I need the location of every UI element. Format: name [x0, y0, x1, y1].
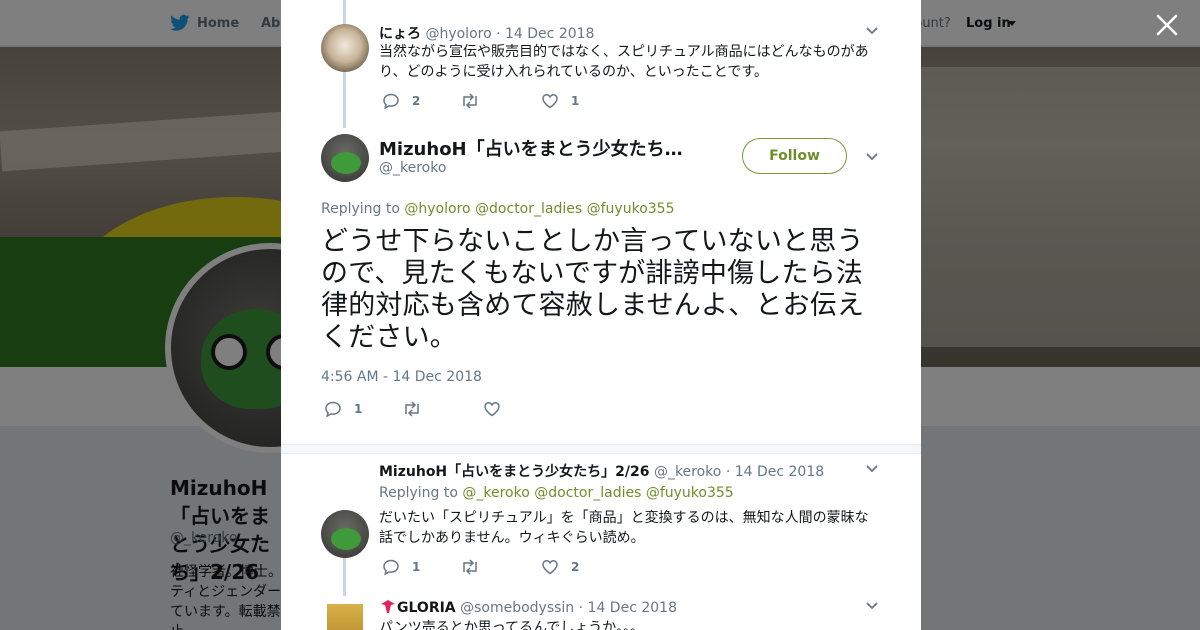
avatar[interactable] — [327, 604, 363, 630]
retweet-icon — [405, 401, 419, 417]
tweet-author-handle[interactable]: @somebodyssin — [460, 600, 574, 616]
replying-to-user[interactable]: @hyoloro — [404, 201, 470, 217]
tweet-header: GLORIA @somebodyssin · 14 Dec 2018 — [379, 598, 677, 616]
reply-button[interactable]: 2 — [382, 93, 420, 109]
tweet-header: MizuhoH「占いをまとう少女たち」2/26 @_keroko · 14 De… — [379, 461, 824, 481]
chevron-down-icon[interactable] — [865, 152, 879, 162]
replying-to-user[interactable]: @fuyuko355 — [587, 201, 675, 217]
heart-icon — [542, 94, 558, 109]
replying-to-user[interactable]: @fuyuko355 — [646, 485, 734, 501]
retweet-button[interactable] — [460, 93, 492, 109]
reply-button[interactable]: 1 — [382, 559, 420, 575]
reply-button[interactable]: 1 — [324, 401, 362, 417]
like-button[interactable]: 1 — [541, 93, 579, 109]
avatar[interactable] — [321, 134, 369, 182]
retweet-icon — [463, 93, 477, 109]
replying-to-label: Replying to — [379, 485, 463, 501]
reply-icon — [383, 93, 399, 109]
tweet-header: にょろ @hyoloro · 14 Dec 2018 — [379, 23, 594, 43]
reply-icon — [325, 401, 341, 417]
like-count: 2 — [571, 560, 580, 574]
replying-to-user[interactable]: @doctor_ladies — [534, 485, 641, 501]
main-tweet-author-handle[interactable]: @_keroko — [379, 160, 446, 176]
reply-count: 1 — [354, 402, 363, 416]
close-icon[interactable] — [1154, 12, 1180, 38]
chevron-down-icon[interactable] — [865, 26, 879, 36]
like-count: 1 — [571, 94, 580, 108]
retweet-button[interactable] — [460, 559, 492, 575]
like-button[interactable]: 2 — [541, 559, 579, 575]
main-tweet-author-name[interactable]: MizuhoH「占いをまとう少女たち」2/26 — [379, 135, 691, 161]
main-tweet-timestamp[interactable]: 4:56 AM - 14 Dec 2018 — [321, 369, 482, 385]
heart-icon — [542, 560, 558, 575]
retweet-icon — [463, 559, 477, 575]
reply-count: 1 — [412, 560, 421, 574]
like-button[interactable] — [483, 401, 513, 417]
tweet-permalink-modal: にょろ @hyoloro · 14 Dec 2018 当然ながら宣伝や販売目的で… — [281, 0, 921, 630]
tweet-date[interactable]: · 14 Dec 2018 — [726, 464, 824, 480]
tweet-text: パンツ売るとか思ってるんでしょうか。。。 — [379, 620, 645, 630]
avatar[interactable] — [321, 24, 369, 72]
replying-to: Replying to @hyoloro @doctor_ladies @fuy… — [321, 201, 674, 217]
reply-count: 2 — [412, 94, 421, 108]
tweet-date[interactable]: · 14 Dec 2018 — [579, 600, 677, 616]
main-tweet-text: どうせ下らないことしか言っていないと思うので、見たくもないですが誹謗中傷したら法… — [321, 226, 865, 353]
chevron-down-icon[interactable] — [865, 464, 879, 474]
replying-to-label: Replying to — [321, 201, 405, 217]
tweet-author-handle[interactable]: @hyoloro — [425, 26, 491, 42]
tweet-date[interactable]: · 14 Dec 2018 — [496, 26, 594, 42]
replying-to: Replying to @_keroko @doctor_ladies @fuy… — [379, 485, 734, 501]
replying-to-user[interactable]: @doctor_ladies — [475, 201, 582, 217]
replying-to-user[interactable]: @_keroko — [462, 485, 529, 501]
follow-button[interactable]: Follow — [742, 138, 847, 174]
tweet-author-name[interactable]: にょろ — [379, 26, 421, 42]
tweet-author-name[interactable]: MizuhoH「占いをまとう少女たち」2/26 — [379, 464, 649, 480]
chevron-down-icon[interactable] — [865, 601, 879, 611]
retweet-button[interactable] — [402, 401, 434, 417]
dress-emoji-icon — [381, 600, 395, 613]
tweet-author-handle[interactable]: @_keroko — [654, 464, 721, 480]
tweet-text: 当然ながら宣伝や販売目的ではなく、スピリチュアル商品にはどんなものがあり、どのよ… — [379, 44, 869, 80]
tweet-text: だいたい「スピリチュアル」を「商品」と変換するのは、無知な人間の蒙昧な話でしかあ… — [379, 510, 869, 546]
replies-divider — [281, 444, 921, 454]
heart-icon — [484, 402, 500, 417]
tweet-author-name[interactable]: GLORIA — [397, 600, 456, 616]
avatar[interactable] — [321, 510, 369, 558]
reply-icon — [383, 559, 399, 575]
